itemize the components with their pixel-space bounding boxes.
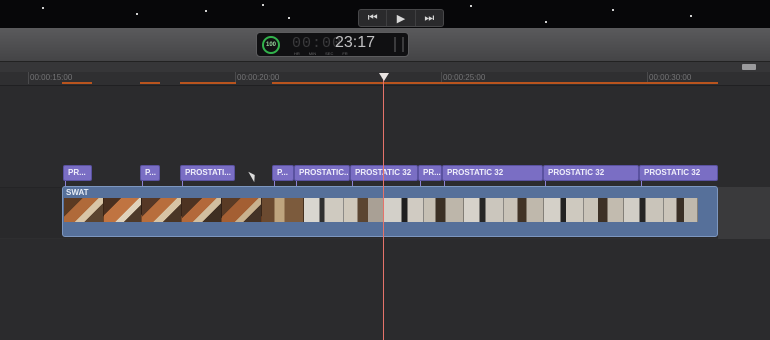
playhead-handle-icon[interactable]	[379, 73, 389, 81]
timecode-unit: MIN	[308, 51, 317, 56]
speck	[136, 13, 138, 15]
filmstrip-frame	[262, 198, 304, 222]
filmstrip-frame	[424, 198, 464, 222]
filmstrip-frame	[664, 198, 698, 222]
filmstrip-frame	[64, 198, 104, 222]
render-indicator	[272, 82, 718, 84]
background-task-indicator[interactable]: 100	[262, 36, 280, 54]
connected-clip[interactable]: PROSTATIC 32	[639, 165, 718, 181]
snapping-toggle-icon[interactable]	[742, 64, 756, 70]
timecode-unit: HR	[294, 51, 300, 56]
filmstrip-frame	[584, 198, 624, 222]
speck	[690, 15, 692, 17]
timecode-unit: SEC	[325, 51, 334, 56]
ruler-tick-label: 00:00:20:00	[237, 73, 280, 82]
filmstrip-frame	[624, 198, 664, 222]
mouse-pointer-icon	[248, 169, 258, 183]
filmstrip-frame	[344, 198, 384, 222]
play-button[interactable]: ▶	[386, 10, 414, 26]
connected-clip[interactable]: PROSTATI...	[180, 165, 235, 181]
filmstrip-frame	[182, 198, 222, 222]
filmstrip-frame	[384, 198, 424, 222]
filmstrip-frame	[222, 198, 262, 222]
filmstrip-frame	[504, 198, 544, 222]
speck	[470, 5, 472, 7]
timeline-empty-area	[718, 187, 770, 239]
clip-filmstrip	[64, 198, 716, 222]
ruler-tick-line	[28, 72, 29, 84]
connected-clip[interactable]: PROSTATIC 32	[543, 165, 639, 181]
speck	[612, 9, 614, 11]
connected-clip[interactable]: PR...	[418, 165, 442, 181]
filmstrip-frame	[142, 198, 182, 222]
playhead[interactable]	[383, 77, 384, 340]
filmstrip-frame	[104, 198, 142, 222]
connected-clip[interactable]: PROSTATIC...	[294, 165, 350, 181]
play-icon: ▶	[396, 12, 406, 25]
speck	[288, 17, 290, 19]
ruler-tick-label: 00:00:15:00	[30, 73, 73, 82]
ruler-tick-label: 00:00:30:00	[649, 73, 692, 82]
transport-controls: ⏮ ▶ ⏭	[358, 9, 444, 27]
timecode-value: 23:17	[335, 34, 376, 51]
skip-back-icon: ⏮	[367, 11, 378, 24]
speck	[42, 7, 44, 9]
filmstrip-frame	[464, 198, 504, 222]
connected-clip[interactable]: P...	[272, 165, 294, 181]
connected-clip[interactable]: PR...	[63, 165, 92, 181]
skip-forward-icon: ⏭	[424, 11, 435, 24]
connected-clip[interactable]: P...	[140, 165, 160, 181]
skip-forward-button[interactable]: ⏭	[414, 10, 443, 26]
render-indicator	[62, 82, 92, 84]
ruler-tick-label: 00:00:25:00	[443, 73, 486, 82]
filmstrip-frame	[304, 198, 344, 222]
render-indicator	[140, 82, 160, 84]
speck	[262, 4, 264, 6]
render-indicator	[180, 82, 236, 84]
storyline-clip-label: SWAT	[66, 188, 89, 197]
timecode-units: HR MIN SEC FR	[294, 51, 394, 56]
timeline-header	[0, 62, 770, 72]
audio-meter-icon[interactable]	[394, 37, 404, 52]
connected-clip[interactable]: PROSTATIC 32	[442, 165, 543, 181]
timecode-unit: FR	[342, 51, 348, 56]
filmstrip-frame	[544, 198, 584, 222]
connected-clip[interactable]: PROSTATIC 32	[350, 165, 418, 181]
speck	[545, 21, 547, 23]
skip-back-button[interactable]: ⏮	[359, 10, 386, 26]
speck	[205, 10, 207, 12]
